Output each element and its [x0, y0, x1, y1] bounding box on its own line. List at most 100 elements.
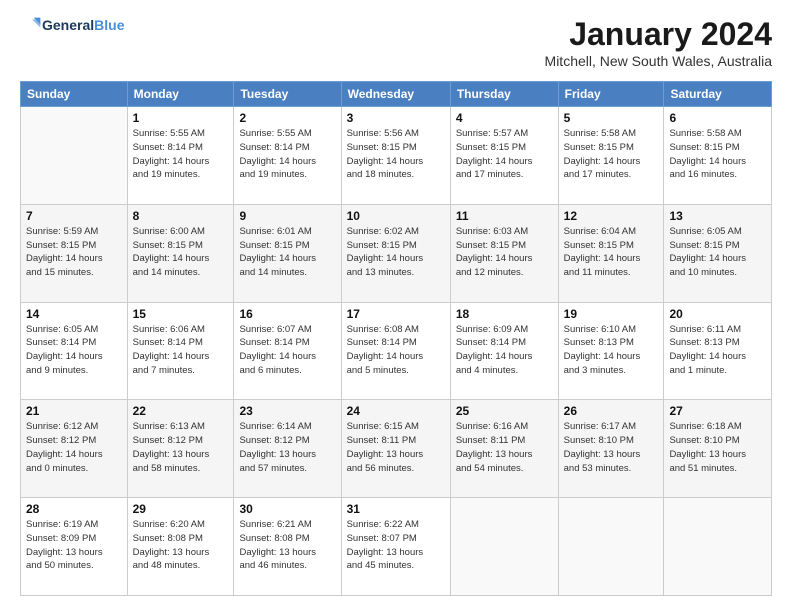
day-info: Sunrise: 5:56 AMSunset: 8:15 PMDaylight:…	[347, 127, 445, 182]
week-row-1: 1 Sunrise: 5:55 AMSunset: 8:14 PMDaylight…	[21, 107, 772, 205]
day-info: Sunrise: 6:21 AMSunset: 8:08 PMDaylight:…	[239, 518, 335, 573]
day-number: 1	[133, 111, 229, 125]
day-info: Sunrise: 6:13 AMSunset: 8:12 PMDaylight:…	[133, 420, 229, 475]
logo-text: GeneralBlue	[42, 18, 124, 33]
day-cell	[450, 498, 558, 596]
day-info: Sunrise: 6:10 AMSunset: 8:13 PMDaylight:…	[564, 323, 659, 378]
day-cell: 30 Sunrise: 6:21 AMSunset: 8:08 PMDayligh…	[234, 498, 341, 596]
day-cell: 17 Sunrise: 6:08 AMSunset: 8:14 PMDayligh…	[341, 302, 450, 400]
header-saturday: Saturday	[664, 82, 772, 107]
day-cell	[21, 107, 128, 205]
day-cell: 13Sunrise: 6:05 AMSunset: 8:15 PMDayligh…	[664, 204, 772, 302]
day-cell: 8Sunrise: 6:00 AMSunset: 8:15 PMDaylight…	[127, 204, 234, 302]
day-cell: 6 Sunrise: 5:58 AMSunset: 8:15 PMDaylight…	[664, 107, 772, 205]
day-cell: 1 Sunrise: 5:55 AMSunset: 8:14 PMDaylight…	[127, 107, 234, 205]
header-thursday: Thursday	[450, 82, 558, 107]
day-info: Sunrise: 5:57 AMSunset: 8:15 PMDaylight:…	[456, 127, 553, 182]
header-tuesday: Tuesday	[234, 82, 341, 107]
day-number: 23	[239, 404, 335, 418]
day-number: 28	[26, 502, 122, 516]
day-number: 18	[456, 307, 553, 321]
day-number: 9	[239, 209, 335, 223]
day-number: 30	[239, 502, 335, 516]
day-info: Sunrise: 5:55 AMSunset: 8:14 PMDaylight:…	[239, 127, 335, 182]
day-cell: 23 Sunrise: 6:14 AMSunset: 8:12 PMDayligh…	[234, 400, 341, 498]
day-info: Sunrise: 6:07 AMSunset: 8:14 PMDaylight:…	[239, 323, 335, 378]
day-cell: 7Sunrise: 5:59 AMSunset: 8:15 PMDaylight…	[21, 204, 128, 302]
day-cell	[558, 498, 664, 596]
day-number: 3	[347, 111, 445, 125]
day-number: 8	[133, 209, 229, 223]
title-block: January 2024 Mitchell, New South Wales, …	[545, 16, 772, 69]
day-cell: 12Sunrise: 6:04 AMSunset: 8:15 PMDayligh…	[558, 204, 664, 302]
logo-icon	[22, 16, 42, 36]
day-info: Sunrise: 6:20 AMSunset: 8:08 PMDaylight:…	[133, 518, 229, 573]
day-cell: 20 Sunrise: 6:11 AMSunset: 8:13 PMDayligh…	[664, 302, 772, 400]
calendar: SundayMondayTuesdayWednesdayThursdayFrid…	[20, 81, 772, 596]
day-info: Sunrise: 6:15 AMSunset: 8:11 PMDaylight:…	[347, 420, 445, 475]
day-info: Sunrise: 6:08 AMSunset: 8:14 PMDaylight:…	[347, 323, 445, 378]
day-cell: 25Sunrise: 6:16 AMSunset: 8:11 PMDayligh…	[450, 400, 558, 498]
day-cell: 24 Sunrise: 6:15 AMSunset: 8:11 PMDayligh…	[341, 400, 450, 498]
day-info: Sunrise: 6:11 AMSunset: 8:13 PMDaylight:…	[669, 323, 766, 378]
day-number: 25	[456, 404, 553, 418]
day-cell: 29 Sunrise: 6:20 AMSunset: 8:08 PMDayligh…	[127, 498, 234, 596]
day-number: 20	[669, 307, 766, 321]
day-number: 16	[239, 307, 335, 321]
day-cell: 3 Sunrise: 5:56 AMSunset: 8:15 PMDaylight…	[341, 107, 450, 205]
day-number: 12	[564, 209, 659, 223]
day-cell: 15 Sunrise: 6:06 AMSunset: 8:14 PMDayligh…	[127, 302, 234, 400]
week-row-3: 14Sunrise: 6:05 AMSunset: 8:14 PMDayligh…	[21, 302, 772, 400]
day-number: 17	[347, 307, 445, 321]
day-info: Sunrise: 6:09 AMSunset: 8:14 PMDaylight:…	[456, 323, 553, 378]
day-cell: 19 Sunrise: 6:10 AMSunset: 8:13 PMDayligh…	[558, 302, 664, 400]
day-cell: 21Sunrise: 6:12 AMSunset: 8:12 PMDayligh…	[21, 400, 128, 498]
day-info: Sunrise: 6:14 AMSunset: 8:12 PMDaylight:…	[239, 420, 335, 475]
day-cell: 5Sunrise: 5:58 AMSunset: 8:15 PMDaylight…	[558, 107, 664, 205]
day-number: 31	[347, 502, 445, 516]
day-number: 15	[133, 307, 229, 321]
day-info: Sunrise: 6:03 AMSunset: 8:15 PMDaylight:…	[456, 225, 553, 280]
day-number: 4	[456, 111, 553, 125]
header-wednesday: Wednesday	[341, 82, 450, 107]
page: GeneralBlue January 2024 Mitchell, New S…	[0, 0, 792, 612]
week-row-4: 21Sunrise: 6:12 AMSunset: 8:12 PMDayligh…	[21, 400, 772, 498]
day-cell: 10Sunrise: 6:02 AMSunset: 8:15 PMDayligh…	[341, 204, 450, 302]
day-number: 7	[26, 209, 122, 223]
day-cell: 4 Sunrise: 5:57 AMSunset: 8:15 PMDaylight…	[450, 107, 558, 205]
header-monday: Monday	[127, 82, 234, 107]
day-number: 24	[347, 404, 445, 418]
day-number: 2	[239, 111, 335, 125]
day-info: Sunrise: 6:12 AMSunset: 8:12 PMDaylight:…	[26, 420, 122, 475]
day-info: Sunrise: 5:58 AMSunset: 8:15 PMDaylight:…	[564, 127, 659, 182]
day-info: Sunrise: 6:01 AMSunset: 8:15 PMDaylight:…	[239, 225, 335, 280]
day-number: 19	[564, 307, 659, 321]
day-number: 29	[133, 502, 229, 516]
day-cell: 26 Sunrise: 6:17 AMSunset: 8:10 PMDayligh…	[558, 400, 664, 498]
day-info: Sunrise: 6:05 AMSunset: 8:15 PMDaylight:…	[669, 225, 766, 280]
header-friday: Friday	[558, 82, 664, 107]
location: Mitchell, New South Wales, Australia	[545, 53, 772, 69]
day-info: Sunrise: 6:06 AMSunset: 8:14 PMDaylight:…	[133, 323, 229, 378]
month-title: January 2024	[545, 16, 772, 53]
day-info: Sunrise: 6:02 AMSunset: 8:15 PMDaylight:…	[347, 225, 445, 280]
day-cell: 14Sunrise: 6:05 AMSunset: 8:14 PMDayligh…	[21, 302, 128, 400]
day-cell: 2 Sunrise: 5:55 AMSunset: 8:14 PMDaylight…	[234, 107, 341, 205]
day-info: Sunrise: 6:17 AMSunset: 8:10 PMDaylight:…	[564, 420, 659, 475]
day-info: Sunrise: 6:19 AMSunset: 8:09 PMDaylight:…	[26, 518, 122, 573]
day-info: Sunrise: 5:58 AMSunset: 8:15 PMDaylight:…	[669, 127, 766, 182]
week-row-2: 7Sunrise: 5:59 AMSunset: 8:15 PMDaylight…	[21, 204, 772, 302]
day-info: Sunrise: 6:22 AMSunset: 8:07 PMDaylight:…	[347, 518, 445, 573]
day-number: 11	[456, 209, 553, 223]
header-sunday: Sunday	[21, 82, 128, 107]
day-number: 6	[669, 111, 766, 125]
day-cell: 22 Sunrise: 6:13 AMSunset: 8:12 PMDayligh…	[127, 400, 234, 498]
day-number: 26	[564, 404, 659, 418]
day-cell: 27Sunrise: 6:18 AMSunset: 8:10 PMDayligh…	[664, 400, 772, 498]
day-info: Sunrise: 5:55 AMSunset: 8:14 PMDaylight:…	[133, 127, 229, 182]
day-cell: 11 Sunrise: 6:03 AMSunset: 8:15 PMDayligh…	[450, 204, 558, 302]
day-cell	[664, 498, 772, 596]
day-number: 22	[133, 404, 229, 418]
header-row: SundayMondayTuesdayWednesdayThursdayFrid…	[21, 82, 772, 107]
day-number: 14	[26, 307, 122, 321]
